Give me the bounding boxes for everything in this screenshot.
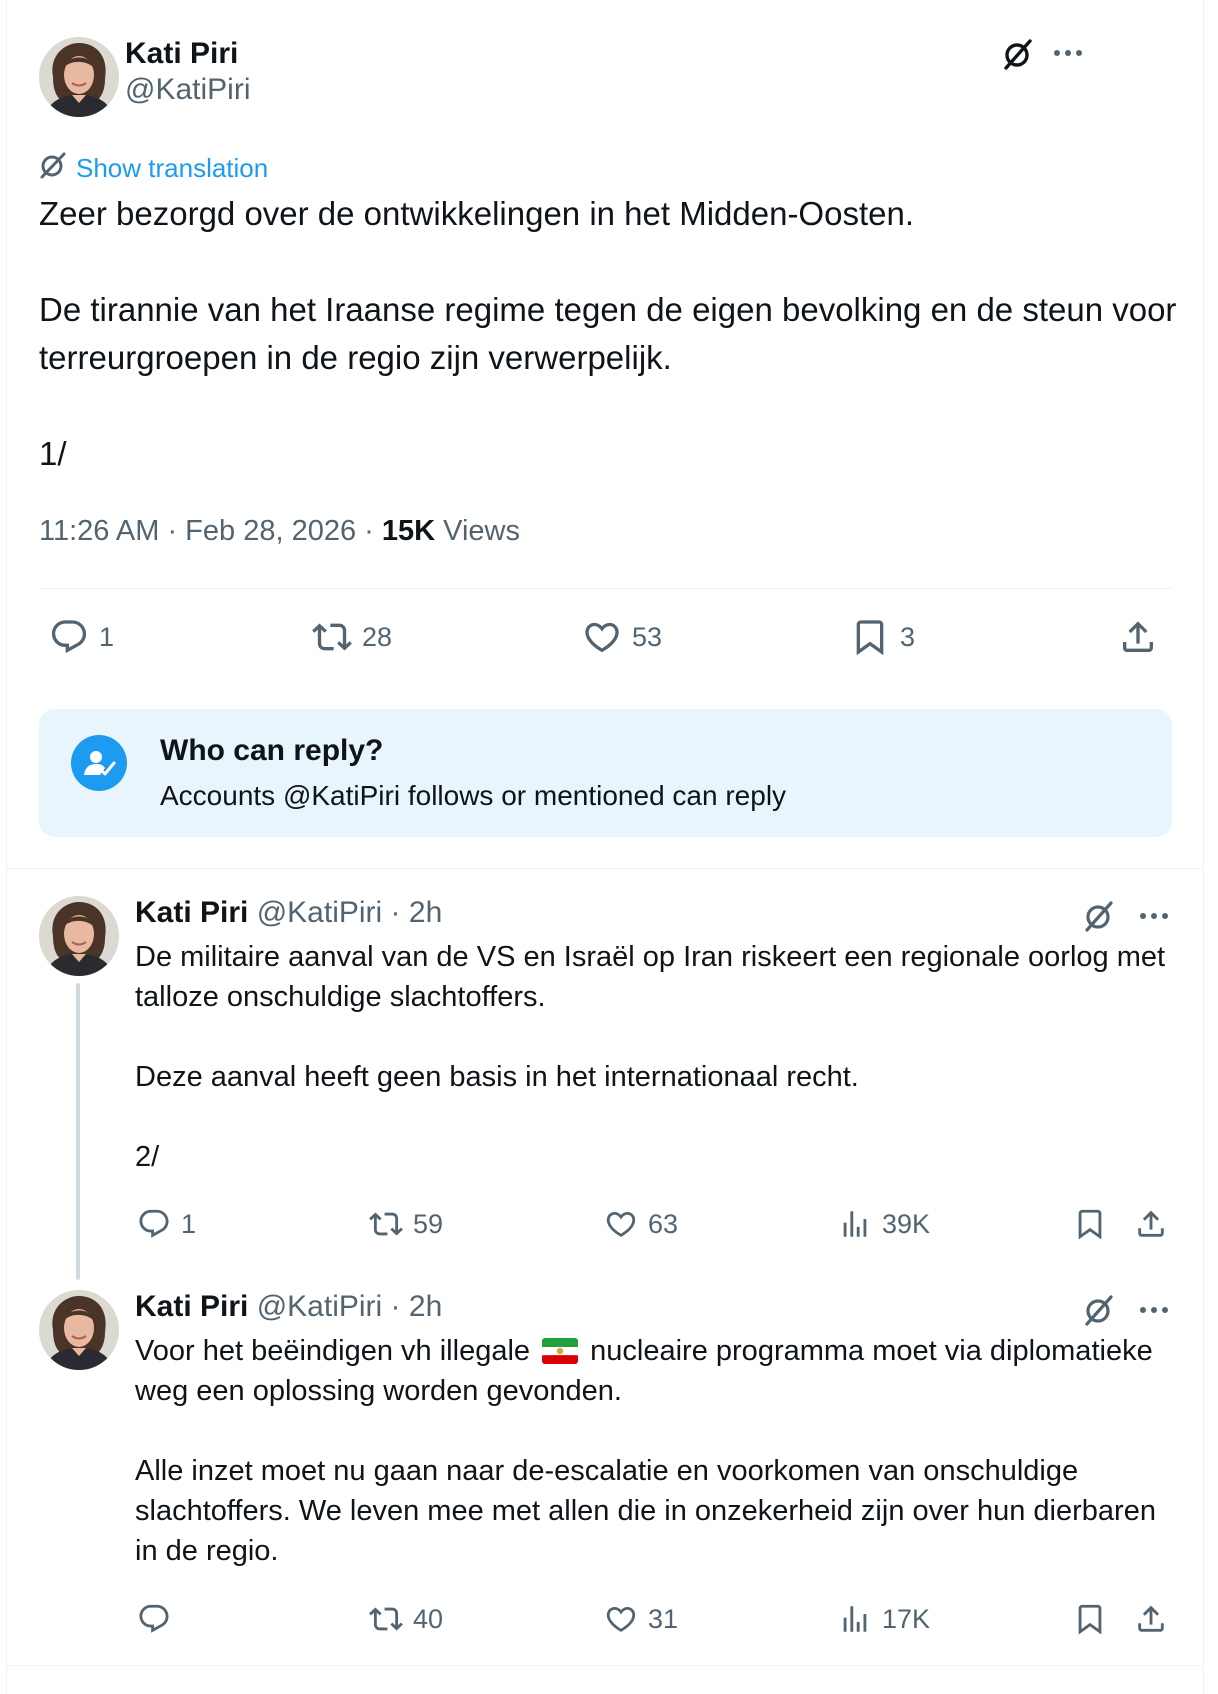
bookmark-button[interactable]: 3	[850, 617, 915, 657]
author-handle[interactable]: @KatiPiri	[257, 1290, 382, 1323]
tweet-paragraph: De tirannie van het Iraanse regime tegen…	[39, 291, 1186, 376]
avatar[interactable]	[39, 37, 119, 117]
tweet-text: De militaire aanval van de VS en Israël …	[135, 937, 1180, 1177]
reply-count: 1	[99, 621, 115, 652]
bookmark-button[interactable]	[1073, 1602, 1107, 1636]
more-icon[interactable]	[1050, 40, 1086, 66]
repost-count: 40	[413, 1603, 444, 1634]
repost-button[interactable]: 28	[312, 617, 392, 657]
share-icon	[1138, 1605, 1164, 1632]
like-icon	[606, 1606, 636, 1632]
share-button[interactable]	[1118, 617, 1158, 657]
author-name[interactable]: Kati Piri	[135, 1290, 248, 1323]
bookmark-button[interactable]	[1073, 1207, 1107, 1241]
grok-icon[interactable]	[1079, 1292, 1119, 1328]
share-button[interactable]	[1134, 1602, 1168, 1636]
tweet-separator	[6, 868, 1204, 869]
divider	[39, 588, 1172, 589]
tweet-paragraph: 2/	[135, 1141, 160, 1173]
people-check-icon	[71, 735, 127, 791]
avatar[interactable]	[39, 1290, 119, 1370]
reply-icon	[139, 1209, 169, 1238]
tweet-paragraph: Zeer bezorgd over de ontwikkelingen in h…	[39, 195, 914, 232]
bookmark-icon	[856, 620, 884, 656]
tweet-paragraph: Alle inzet moet nu gaan naar de-escalati…	[135, 1455, 1165, 1567]
share-icon	[1123, 621, 1153, 652]
author-handle[interactable]: @KatiPiri	[257, 896, 382, 929]
like-count: 63	[648, 1208, 679, 1239]
show-translation-label: Show translation	[76, 153, 269, 183]
tweet-meta: 11:26 AM · Feb 28, 2026 · 15K Views	[39, 515, 520, 547]
like-count: 31	[648, 1603, 679, 1634]
reply-icon	[51, 620, 87, 654]
tweet-text: Voor het beëindigen vh illegale nucleair…	[135, 1331, 1180, 1571]
tweet-paragraph: De militaire aanval van de VS en Israël …	[135, 941, 1174, 1013]
like-button[interactable]: 63	[604, 1207, 678, 1241]
reply-button[interactable]: 1	[137, 1207, 196, 1241]
views-count: 15K	[381, 515, 436, 547]
who-can-reply-box: Who can reply? Accounts @KatiPiri follow…	[39, 709, 1172, 837]
repost-icon	[369, 1607, 403, 1631]
tweet-paragraph: Deze aanval heeft geen basis in het inte…	[135, 1061, 859, 1093]
who-can-reply-subtitle: Accounts @KatiPiri follows or mentioned …	[160, 780, 787, 811]
author-name[interactable]: Kati Piri	[125, 37, 238, 71]
reply-icon	[139, 1604, 169, 1633]
views-count: 17K	[882, 1603, 931, 1634]
thread-connector	[76, 983, 80, 1280]
translate-icon	[38, 150, 68, 187]
views-count: 39K	[882, 1208, 931, 1239]
reply-count: 1	[181, 1208, 197, 1239]
tweet-time[interactable]: 2h	[409, 896, 442, 929]
tweet-text: Zeer bezorgd over de ontwikkelingen in h…	[39, 190, 1179, 478]
more-icon[interactable]	[1136, 903, 1172, 929]
views-label: Views	[443, 515, 520, 547]
tweet-separator	[6, 1665, 1204, 1666]
like-icon	[606, 1211, 636, 1237]
grok-icon[interactable]	[998, 36, 1038, 72]
author-name[interactable]: Kati Piri	[135, 896, 248, 929]
repost-button[interactable]: 40	[369, 1602, 443, 1636]
views-icon	[843, 1211, 867, 1237]
repost-button[interactable]: 59	[369, 1207, 443, 1241]
repost-count: 28	[362, 621, 393, 652]
like-icon	[585, 622, 619, 653]
avatar[interactable]	[39, 896, 119, 976]
share-button[interactable]	[1134, 1207, 1168, 1241]
views-button[interactable]: 17K	[838, 1602, 930, 1636]
like-count: 53	[632, 621, 663, 652]
views-button[interactable]: 39K	[838, 1207, 930, 1241]
views-icon	[843, 1606, 867, 1632]
tweet-time[interactable]: 2h	[409, 1290, 442, 1323]
author-handle[interactable]: @KatiPiri	[125, 73, 250, 107]
repost-icon	[369, 1212, 403, 1236]
iran-flag-icon	[542, 1338, 579, 1364]
reply-button[interactable]	[137, 1602, 181, 1636]
like-button[interactable]: 53	[582, 617, 662, 657]
repost-count: 59	[413, 1208, 444, 1239]
bookmark-icon	[1078, 1209, 1102, 1240]
like-button[interactable]: 31	[604, 1602, 678, 1636]
bookmark-icon	[1078, 1604, 1102, 1635]
repost-icon	[312, 623, 352, 651]
more-icon[interactable]	[1136, 1297, 1172, 1323]
reply-button[interactable]: 1	[49, 617, 114, 657]
tweet-date[interactable]: Feb 28, 2026	[185, 515, 356, 547]
tweet-header: Kati Piri @KatiPiri · 2h	[135, 1290, 443, 1323]
who-can-reply-title: Who can reply?	[160, 734, 384, 767]
tweet-paragraph: 1/	[39, 435, 67, 472]
bookmark-count: 3	[900, 621, 916, 652]
share-icon	[1138, 1210, 1164, 1237]
tweet-time[interactable]: 11:26 AM	[39, 515, 159, 547]
tweet-paragraph: Voor het beëindigen vh illegale nucleair…	[135, 1335, 1161, 1407]
show-translation-link[interactable]: Show translation	[38, 150, 268, 187]
tweet-header: Kati Piri @KatiPiri · 2h	[135, 896, 443, 929]
grok-icon[interactable]	[1079, 898, 1119, 934]
